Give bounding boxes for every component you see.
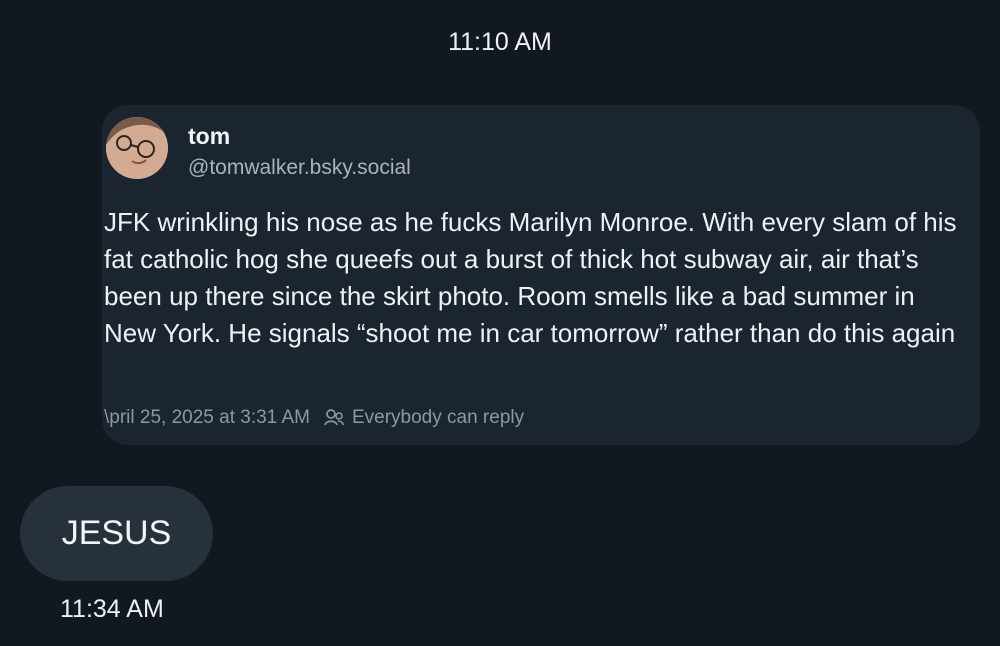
author-name[interactable]: tom xyxy=(188,123,230,150)
post-date: \pril 25, 2025 at 3:31 AM xyxy=(104,407,310,428)
post-text: JFK wrinkling his nose as he fucks Maril… xyxy=(104,207,957,348)
message-bubble[interactable]: JESUS xyxy=(20,486,213,581)
post-meta: \pril 25, 2025 at 3:31 AM Everybody can … xyxy=(104,407,524,429)
embedded-post-card[interactable]: tom @tomwalker.bsky.social JFK wrinkling… xyxy=(102,105,980,445)
message-text: JESUS xyxy=(61,514,172,552)
reply-setting: Everybody can reply xyxy=(351,407,525,428)
chat-screen: 11:10 AM tom @tomwalker.bsky.social JFK … xyxy=(0,0,1000,646)
author-avatar[interactable] xyxy=(106,117,168,179)
people-icon xyxy=(322,408,346,428)
message-timestamp-top: 11:10 AM xyxy=(448,28,552,56)
avatar-image xyxy=(106,117,168,179)
author-handle[interactable]: @tomwalker.bsky.social xyxy=(188,156,411,180)
message-timestamp-bottom: 11:34 AM xyxy=(60,595,164,623)
